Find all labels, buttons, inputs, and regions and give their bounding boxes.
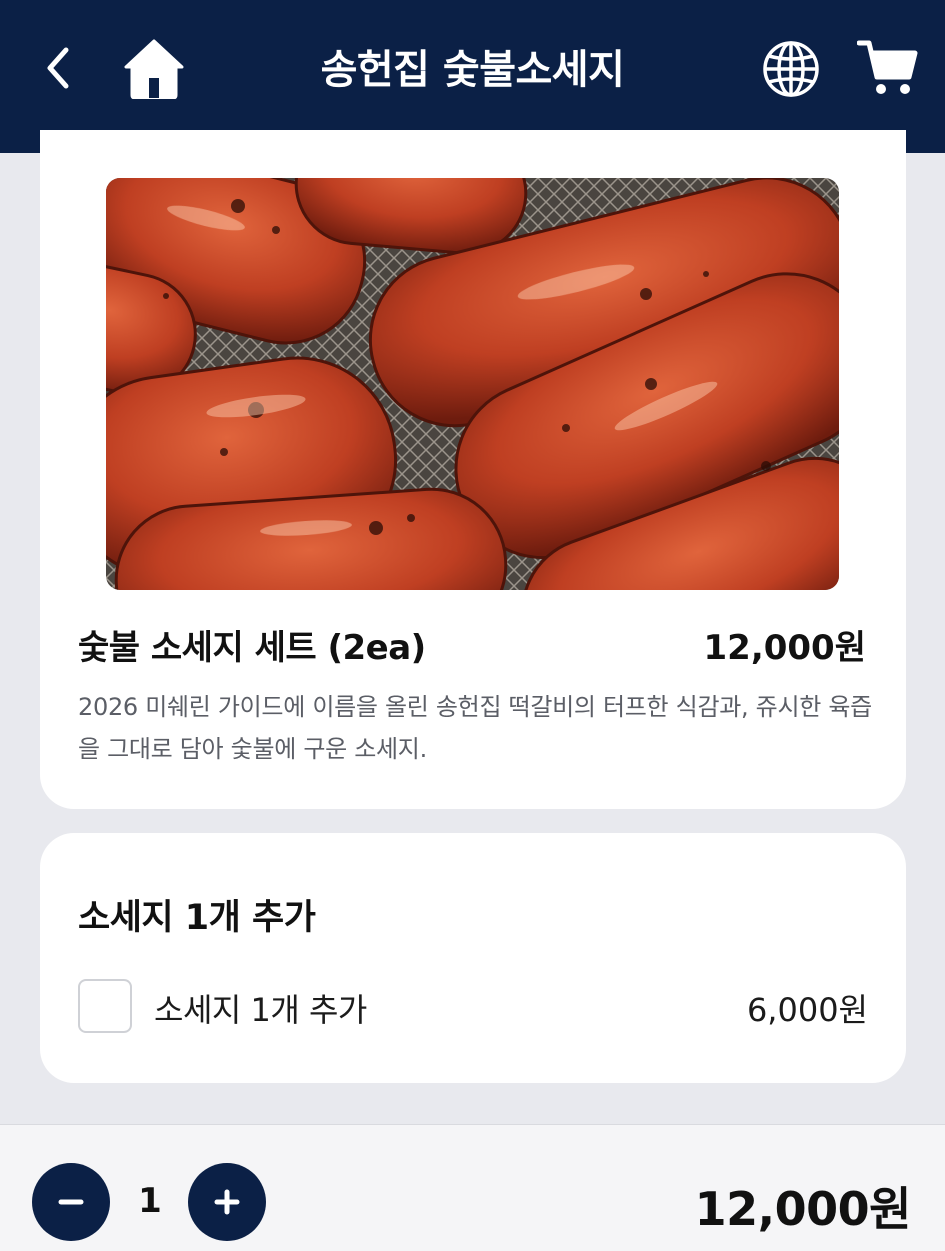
decrease-quantity-button[interactable] [32,1163,110,1241]
product-name: 숯불 소세지 세트 (2ea) [78,628,426,668]
option-row[interactable]: 소세지 1개 추가 6,000원 [78,979,868,1035]
increase-quantity-button[interactable] [188,1163,266,1241]
option-group-card: 소세지 1개 추가 소세지 1개 추가 6,000원 [40,833,906,1083]
product-price: 12,000원 [703,628,866,668]
total-price: 12,000원 [694,1182,912,1236]
option-checkbox[interactable] [78,979,132,1033]
product-image [106,178,839,590]
cart-icon [857,40,918,94]
product-description: 2026 미쉐린 가이드에 이름을 올린 송헌집 떡갈비의 터프한 식감과, 쥬… [78,693,872,763]
option-price: 6,000원 [746,991,868,1029]
language-button[interactable] [758,36,824,102]
product-card: 숯불 소세지 세트 (2ea) 12,000원 2026 미쉐린 가이드에 이름… [40,130,906,809]
order-footer: 1 12,000원 [0,1124,945,1251]
minus-icon [58,1199,84,1205]
plus-icon [214,1189,240,1215]
chevron-left-icon [47,47,69,89]
page-title: 송헌집 숯불소세지 [320,47,625,93]
home-icon [124,39,184,99]
cart-button[interactable] [854,34,922,100]
home-button[interactable] [118,34,190,102]
quantity-value: 1 [138,1181,162,1221]
option-label: 소세지 1개 추가 [154,991,367,1029]
back-button[interactable] [30,36,86,100]
option-group-title: 소세지 1개 추가 [78,898,316,938]
globe-icon [763,41,819,97]
